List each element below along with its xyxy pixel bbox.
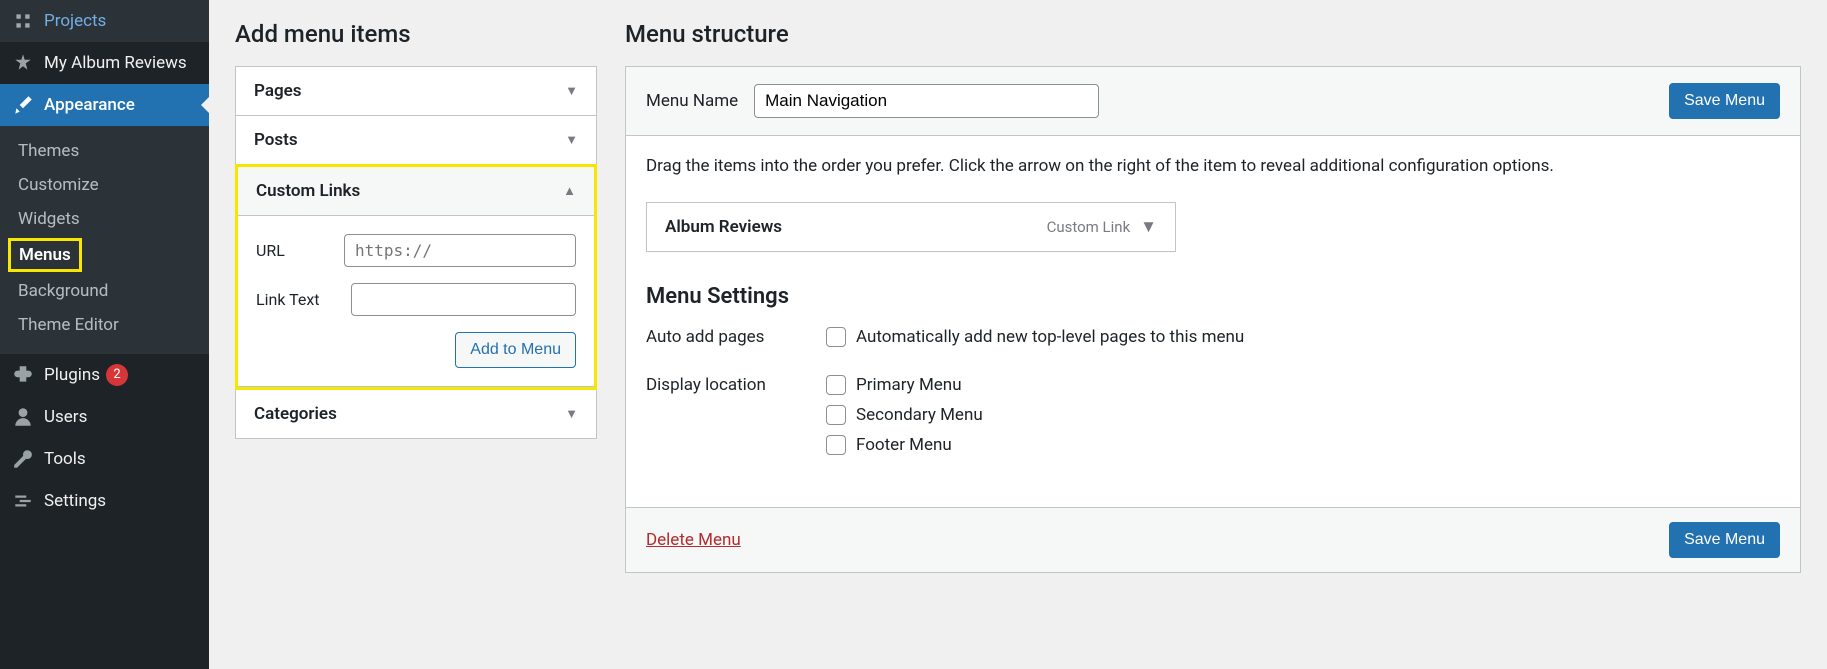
menu-settings-heading: Menu Settings [646, 284, 1780, 309]
auto-add-label: Auto add pages [646, 327, 826, 347]
chevron-down-icon: ▼ [565, 83, 578, 99]
wrench-icon [12, 448, 34, 470]
plugin-icon [12, 364, 34, 386]
submenu-theme-editor[interactable]: Theme Editor [0, 308, 209, 342]
submenu-widgets[interactable]: Widgets [0, 202, 209, 236]
menu-name-label: Menu Name [646, 91, 738, 111]
sliders-icon [12, 490, 34, 512]
sidebar-item-tools[interactable]: Tools [0, 438, 209, 480]
accordion-posts[interactable]: Posts ▼ [236, 116, 596, 165]
chevron-down-icon[interactable]: ▼ [1140, 217, 1157, 237]
url-label: URL [256, 241, 336, 260]
footer-menu-checkbox[interactable] [826, 435, 846, 455]
accordion-label: Pages [254, 81, 302, 101]
chevron-down-icon: ▼ [565, 406, 578, 422]
pin-icon [12, 52, 34, 74]
sidebar-item-label: Settings [44, 491, 106, 511]
chevron-down-icon: ▼ [565, 132, 578, 148]
menu-item-album-reviews[interactable]: Album Reviews Custom Link ▼ [646, 202, 1176, 252]
accordion-label: Posts [254, 130, 298, 150]
custom-links-panel: URL Link Text Add to Menu [238, 216, 594, 387]
menu-editor-box: Menu Name Save Menu Drag the items into … [625, 66, 1801, 573]
primary-menu-checkbox[interactable] [826, 375, 846, 395]
structure-body: Drag the items into the order you prefer… [626, 136, 1800, 507]
sidebar-item-album-reviews[interactable]: My Album Reviews [0, 42, 209, 84]
menu-footer-row: Delete Menu Save Menu [626, 507, 1800, 572]
sidebar-item-label: Tools [44, 449, 86, 469]
drag-help-text: Drag the items into the order you prefer… [646, 156, 1780, 176]
secondary-menu-label: Secondary Menu [856, 405, 983, 425]
auto-add-checkbox[interactable] [826, 327, 846, 347]
sidebar-item-label: Plugins [44, 365, 100, 385]
admin-sidebar: Projects My Album Reviews Appearance The… [0, 0, 209, 669]
structure-heading: Menu structure [625, 20, 1801, 48]
appearance-submenu: Themes Customize Widgets Menus Backgroun… [0, 126, 209, 354]
sidebar-item-label: Appearance [44, 95, 135, 115]
sidebar-item-settings[interactable]: Settings [0, 480, 209, 522]
portfolio-icon [12, 10, 34, 32]
sidebar-item-label: My Album Reviews [44, 53, 187, 73]
display-location-label: Display location [646, 375, 826, 395]
submenu-themes[interactable]: Themes [0, 134, 209, 168]
save-menu-button-top[interactable]: Save Menu [1669, 83, 1780, 119]
plugins-update-badge: 2 [106, 364, 128, 386]
add-items-heading: Add menu items [235, 20, 597, 48]
sidebar-item-plugins[interactable]: Plugins 2 [0, 354, 209, 396]
main-content: Add menu items Pages ▼ Posts ▼ Custom Li… [209, 0, 1827, 669]
sidebar-item-label: Users [44, 407, 87, 427]
primary-menu-label: Primary Menu [856, 375, 962, 395]
footer-menu-label: Footer Menu [856, 435, 952, 455]
accordion-pages[interactable]: Pages ▼ [236, 67, 596, 116]
menu-item-label: Album Reviews [665, 217, 1047, 237]
chevron-up-icon: ▲ [563, 183, 576, 199]
sidebar-item-users[interactable]: Users [0, 396, 209, 438]
link-text-input[interactable] [351, 283, 576, 316]
sidebar-item-appearance[interactable]: Appearance [0, 84, 209, 126]
add-menu-items-column: Add menu items Pages ▼ Posts ▼ Custom Li… [235, 20, 597, 649]
add-items-accordion: Pages ▼ Posts ▼ Custom Links ▲ URL [235, 66, 597, 439]
add-to-menu-button[interactable]: Add to Menu [455, 332, 576, 368]
accordion-categories[interactable]: Categories ▼ [236, 390, 596, 438]
user-icon [12, 406, 34, 428]
submenu-background[interactable]: Background [0, 274, 209, 308]
menu-name-input[interactable] [754, 84, 1099, 118]
accordion-custom-links[interactable]: Custom Links ▲ [238, 167, 594, 216]
submenu-menus[interactable]: Menus [8, 238, 82, 272]
menu-structure-column: Menu structure Menu Name Save Menu Drag … [625, 20, 1801, 649]
save-menu-button-bottom[interactable]: Save Menu [1669, 522, 1780, 558]
link-text-label: Link Text [256, 290, 343, 309]
submenu-customize[interactable]: Customize [0, 168, 209, 202]
accordion-label: Categories [254, 404, 337, 424]
delete-menu-link[interactable]: Delete Menu [646, 530, 741, 550]
custom-links-highlight: Custom Links ▲ URL Link Text Add to Menu [235, 164, 597, 390]
menu-item-type: Custom Link [1047, 218, 1131, 236]
sidebar-item-projects[interactable]: Projects [0, 0, 209, 42]
sidebar-item-label: Projects [44, 11, 106, 31]
auto-add-text: Automatically add new top-level pages to… [856, 327, 1244, 347]
accordion-label: Custom Links [256, 181, 360, 201]
url-input[interactable] [344, 234, 576, 267]
brush-icon [12, 94, 34, 116]
secondary-menu-checkbox[interactable] [826, 405, 846, 425]
menu-name-row: Menu Name Save Menu [626, 67, 1800, 136]
